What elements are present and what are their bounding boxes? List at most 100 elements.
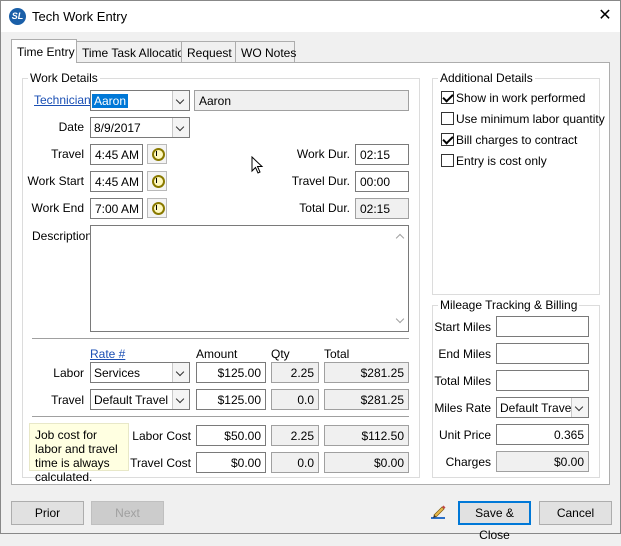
time-entry-panel: Work Details Technician Aaron Aaron Date… [11, 62, 610, 485]
end-miles-input[interactable] [496, 343, 589, 364]
travel-dur-input[interactable]: 00:00 [355, 171, 409, 192]
technician-value: Aaron [92, 94, 129, 108]
save-close-button[interactable]: Save & Close [458, 501, 531, 542]
labor-label: Labor [53, 366, 84, 380]
work-start-input[interactable]: 4:45 AM [90, 171, 143, 192]
labor-rate-select[interactable]: Services [90, 362, 190, 383]
prior-button[interactable]: Prior [11, 501, 84, 525]
close-icon[interactable]: ✕ [595, 6, 615, 26]
total-miles-label: Total Miles [434, 374, 491, 388]
work-start-label: Work Start [27, 174, 84, 188]
labor-amount-input[interactable]: $125.00 [196, 362, 266, 383]
technician-name-field: Aaron [194, 90, 409, 111]
amount-header: Amount [196, 347, 238, 361]
labor-cost-label: Labor Cost [132, 429, 191, 443]
qty-header: Qty [271, 347, 290, 361]
travel-cost-qty-field: 0.0 [271, 452, 319, 473]
travel-time-input[interactable]: 4:45 AM [90, 144, 143, 165]
additional-details-label: Additional Details [438, 71, 535, 85]
travel-rate-label: Travel [51, 393, 84, 407]
date-value: 8/9/2017 [94, 121, 141, 135]
tech-work-entry-window: SL Tech Work Entry ✕ Time Entry Time Tas… [0, 0, 621, 542]
labor-cost-amount-input[interactable]: $50.00 [196, 425, 266, 446]
chevron-down-icon[interactable] [172, 118, 189, 137]
date-label: Date [58, 120, 84, 134]
labor-cost-total-field: $112.50 [324, 425, 409, 446]
charges-field: $0.00 [496, 451, 589, 472]
bill-charges-to-contract-checkbox[interactable] [441, 133, 454, 146]
travel-amount-input[interactable]: $125.00 [196, 389, 266, 410]
clock-icon[interactable] [147, 171, 167, 191]
work-dur-input[interactable]: 02:15 [355, 144, 409, 165]
additional-details-group [432, 78, 600, 295]
app-logo-icon: SL [9, 8, 26, 25]
labor-total-field: $281.25 [324, 362, 409, 383]
travel-cost-total-field: $0.00 [324, 452, 409, 473]
total-dur-field: 02:15 [355, 198, 409, 219]
use-minimum-labor-quantity-label[interactable]: Use minimum labor quantity [456, 112, 605, 126]
travel-total-field: $281.25 [324, 389, 409, 410]
work-details-label: Work Details [28, 71, 100, 85]
travel-rate-value: Default Travel [94, 393, 169, 407]
tab-request[interactable]: Request [181, 41, 236, 63]
miles-rate-value: Default Travel [500, 401, 575, 415]
show-in-work-performed-label[interactable]: Show in work performed [456, 91, 585, 105]
start-miles-input[interactable] [496, 316, 589, 337]
travel-rate-select[interactable]: Default Travel [90, 389, 190, 410]
labor-qty-field: 2.25 [271, 362, 319, 383]
start-miles-label: Start Miles [434, 320, 491, 334]
chevron-down-icon[interactable] [172, 363, 189, 382]
edit-pencil-icon[interactable] [429, 503, 449, 523]
total-dur-label: Total Dur. [299, 201, 350, 215]
travel-time-label: Travel [51, 147, 84, 161]
tab-time-entry[interactable]: Time Entry [11, 39, 77, 63]
divider [32, 416, 409, 418]
end-miles-label: End Miles [438, 347, 491, 361]
work-end-input[interactable]: 7:00 AM [90, 198, 143, 219]
unit-price-label: Unit Price [438, 428, 491, 442]
chevron-down-icon[interactable] [172, 390, 189, 409]
show-in-work-performed-checkbox[interactable] [441, 91, 454, 104]
total-header: Total [324, 347, 350, 361]
technician-link[interactable]: Technician [34, 93, 91, 107]
entry-is-cost-only-label[interactable]: Entry is cost only [456, 154, 547, 168]
entry-is-cost-only-checkbox[interactable] [441, 154, 454, 167]
labor-cost-qty-field: 2.25 [271, 425, 319, 446]
tab-time-task-allocation[interactable]: Time Task Allocation [76, 41, 191, 63]
miles-rate-label: Miles Rate [434, 401, 491, 415]
title-bar[interactable]: SL Tech Work Entry ✕ [1, 1, 620, 32]
clock-icon[interactable] [147, 198, 167, 218]
travel-cost-amount-input[interactable]: $0.00 [196, 452, 266, 473]
date-picker[interactable]: 8/9/2017 [90, 117, 190, 138]
window-title: Tech Work Entry [32, 9, 128, 24]
chevron-down-icon[interactable] [172, 91, 189, 110]
rate-link[interactable]: Rate # [90, 347, 125, 361]
description-scrollbar[interactable] [391, 226, 408, 331]
travel-cost-label: Travel Cost [130, 456, 191, 470]
scroll-down-icon[interactable] [395, 314, 405, 324]
miles-rate-select[interactable]: Default Travel [496, 397, 589, 418]
travel-dur-label: Travel Dur. [291, 174, 350, 188]
use-minimum-labor-quantity-checkbox[interactable] [441, 112, 454, 125]
labor-rate-value: Services [94, 366, 141, 380]
work-dur-label: Work Dur. [296, 147, 350, 161]
bill-charges-to-contract-label[interactable]: Bill charges to contract [456, 133, 577, 147]
technician-select[interactable]: Aaron [90, 90, 190, 111]
next-button[interactable]: Next [91, 501, 164, 525]
description-input[interactable] [90, 225, 409, 332]
clock-icon[interactable] [147, 144, 167, 164]
work-end-label: Work End [31, 201, 84, 215]
charges-label: Charges [445, 455, 491, 469]
chevron-down-icon[interactable] [571, 398, 588, 417]
divider [32, 338, 409, 340]
mouse-pointer-icon [251, 156, 264, 174]
scroll-up-icon[interactable] [395, 233, 405, 243]
tab-wo-notes[interactable]: WO Notes [235, 41, 296, 63]
description-label: Description [32, 229, 93, 243]
unit-price-input[interactable]: 0.365 [496, 424, 589, 445]
mileage-label: Mileage Tracking & Billing [438, 298, 580, 312]
total-miles-input[interactable] [496, 370, 589, 391]
travel-qty-field: 0.0 [271, 389, 319, 410]
cancel-button[interactable]: Cancel [539, 501, 612, 525]
job-cost-note: Job cost for labor and travel time is al… [29, 423, 129, 484]
